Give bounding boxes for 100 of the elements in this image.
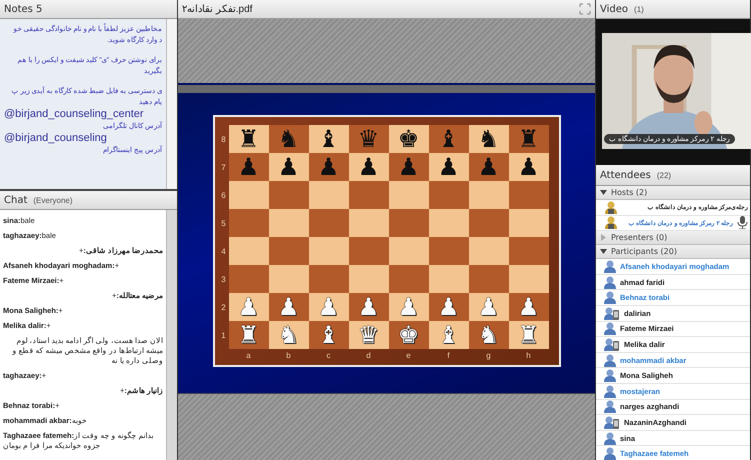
rank-label: 5 (220, 218, 227, 230)
board-square (348, 209, 388, 237)
board-square (468, 237, 508, 265)
board-square (468, 181, 508, 209)
scrollbar[interactable] (166, 210, 177, 460)
user-icon (604, 276, 616, 289)
board-square (428, 265, 468, 293)
chess-piece: ♚ (398, 323, 420, 347)
board-square (388, 265, 428, 293)
chess-piece: ♞ (478, 127, 500, 151)
user-icon (604, 384, 616, 398)
chess-piece: ♟ (398, 155, 420, 179)
rank-label: 1 (220, 330, 227, 342)
board-square (388, 181, 428, 209)
rank-label: 3 (220, 274, 227, 286)
video-count: (1) (634, 4, 644, 14)
chess-piece: ♛ (358, 323, 380, 347)
board-square (268, 181, 308, 209)
chess-piece: ♟ (358, 295, 380, 319)
expand-icon[interactable] (600, 248, 607, 256)
user-icon (604, 354, 616, 367)
rank-label: 8 (220, 134, 227, 146)
board-square (508, 265, 548, 293)
chess-piece: ♟ (398, 295, 420, 319)
chess-piece: ♟ (358, 155, 380, 179)
user-phone-icon (604, 338, 620, 351)
board-square (268, 265, 308, 293)
chess-piece: ♝ (318, 127, 340, 151)
board-square (268, 209, 308, 237)
group-label: Hosts (2) (611, 188, 648, 197)
file-label: b (285, 350, 292, 362)
board-square (468, 209, 508, 237)
scrollbar[interactable] (166, 19, 177, 189)
board-square (228, 237, 268, 265)
board-square (348, 181, 388, 209)
board-square (428, 181, 468, 209)
pod-title: Video (600, 4, 628, 14)
chess-piece: ♞ (278, 323, 300, 347)
board-square (428, 209, 468, 237)
chess-piece: ♟ (438, 155, 460, 179)
fullscreen-icon[interactable] (579, 3, 591, 15)
user-phone-icon (604, 416, 620, 429)
group-label: Presenters (0) (611, 233, 668, 242)
host-icon (604, 200, 618, 214)
board-square (388, 237, 428, 265)
chess-piece: ♟ (478, 295, 500, 319)
host-icon (604, 216, 618, 230)
group-header[interactable]: Participants (20) (596, 245, 750, 260)
pod-title: Attendees (600, 170, 651, 180)
board-square (228, 209, 268, 237)
rank-label: 7 (220, 162, 227, 174)
handle-text: @birjand_counseling (4, 132, 108, 145)
user-icon (604, 447, 616, 460)
rank-label: 4 (220, 246, 227, 258)
chess-piece: ♜ (238, 127, 260, 151)
chess-piece: ♟ (438, 295, 460, 319)
chess-piece: ♞ (478, 323, 500, 347)
file-label: h (525, 350, 532, 362)
rank-label: 2 (220, 302, 227, 314)
expand-icon[interactable] (600, 189, 607, 196)
board-square (508, 237, 548, 265)
chess-piece: ♟ (318, 295, 340, 319)
board-square (348, 237, 388, 265)
chess-piece: ♜ (518, 323, 540, 347)
board-square (228, 181, 268, 209)
board-square (508, 209, 548, 237)
chess-piece: ♟ (518, 155, 540, 179)
chess-piece: ♟ (278, 295, 300, 319)
file-label: e (405, 350, 412, 362)
board-square (508, 181, 548, 209)
board-square (348, 265, 388, 293)
chess-piece: ♝ (438, 127, 460, 151)
group-header[interactable]: Hosts (2) (596, 186, 750, 200)
user-phone-icon (604, 306, 620, 320)
file-label: a (245, 350, 252, 362)
document-title: تفکر نقادانه۲.pdf (182, 3, 254, 15)
board-square (308, 209, 348, 237)
group-label: Participants (20) (611, 247, 677, 256)
board-square (308, 265, 348, 293)
chess-piece: ♛ (358, 127, 380, 151)
chess-piece: ♟ (478, 155, 500, 179)
chess-piece: ♜ (518, 127, 540, 151)
user-icon (604, 322, 616, 336)
file-label: d (365, 350, 372, 362)
group-header[interactable]: Presenters (0) (596, 231, 750, 246)
board-square (228, 265, 268, 293)
rank-label: 6 (220, 190, 227, 202)
pod-title: Notes 5 (4, 4, 42, 14)
board-square (308, 181, 348, 209)
chess-piece: ♟ (278, 155, 300, 179)
user-icon (604, 369, 616, 382)
chess-piece: ♝ (318, 323, 340, 347)
chess-piece: ♟ (238, 155, 260, 179)
user-icon (604, 400, 616, 414)
board-square (268, 237, 308, 265)
chess-piece: ♞ (278, 127, 300, 151)
file-label: f (446, 350, 451, 362)
audience-label: (Everyone) (33, 196, 72, 204)
board-square (308, 237, 348, 265)
attendee-count: (22) (656, 170, 672, 180)
